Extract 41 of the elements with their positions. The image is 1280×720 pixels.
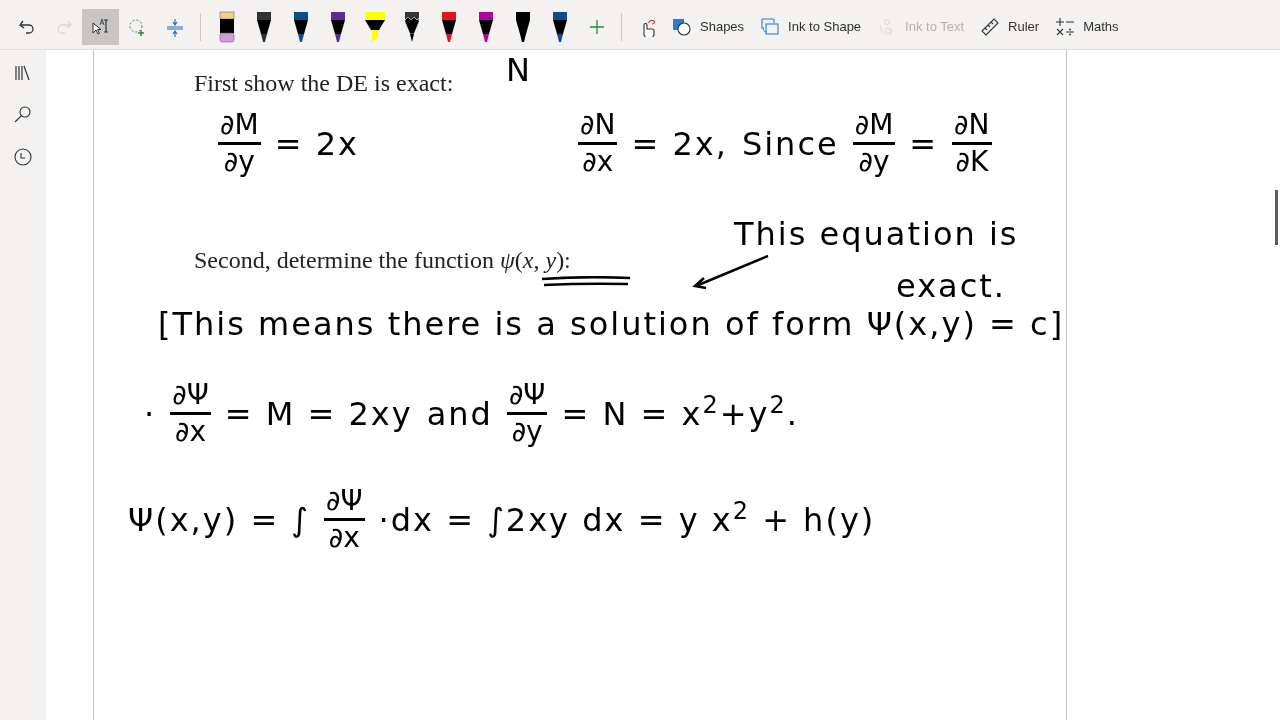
- plus-icon: [588, 19, 605, 35]
- handwritten-text: =: [909, 123, 939, 165]
- handwritten-fraction: ∂M ∂y: [852, 108, 896, 179]
- handwritten-fraction: ∂Ψ ∂y: [506, 378, 548, 449]
- handwritten-text: N: [506, 50, 532, 91]
- handwritten-fraction: ∂N ∂x: [578, 108, 618, 179]
- handwritten-fraction: ∂N ∂K: [952, 108, 992, 179]
- handwritten-text: [This means there is a solution of form Ψ(x,y) = c]: [158, 304, 1065, 345]
- handwritten-fraction: ∂Ψ ∂x: [170, 378, 211, 449]
- highlighter-icon: [363, 10, 386, 44]
- handwritten-text: = 2x: [274, 123, 359, 165]
- handwritten-fraction: ∂M ∂y: [218, 108, 261, 179]
- add-space-icon: [164, 17, 185, 37]
- ruler-button[interactable]: Ruler: [972, 9, 1048, 45]
- handwritten-text: exact.: [896, 266, 1006, 307]
- handwritten-text: Since: [741, 123, 839, 165]
- type-select-button[interactable]: [82, 9, 119, 45]
- handwritten-fraction: ∂Ψ ∂x: [324, 484, 365, 555]
- recent-button[interactable]: [12, 146, 34, 168]
- shapes-button[interactable]: Shapes: [664, 9, 753, 45]
- handwritten-text: This equation is: [734, 214, 1019, 255]
- handwritten-text: Ψ(x,y) = ∫: [128, 499, 311, 541]
- handwritten-text: = M = 2xy: [224, 393, 413, 435]
- typed-text: Second, determine the function ψ(x, y):: [194, 246, 571, 275]
- scrollbar[interactable]: [1275, 190, 1278, 245]
- handwritten-text: and: [426, 393, 493, 435]
- search-icon: [13, 105, 33, 125]
- handwritten-text: = 2x,: [631, 123, 728, 165]
- maths-button[interactable]: Maths: [1047, 9, 1127, 45]
- handwritten-text: ·dx = ∫2xy dx = y x$^{2}$ + h(y): [378, 495, 876, 541]
- recent-icon: [13, 147, 33, 167]
- typed-text: First show the DE is exact:: [194, 69, 454, 98]
- ink-to-shape-button[interactable]: Ink to Shape: [752, 9, 870, 45]
- handwritten-text: = N = x$^{2}$+y$^{2}$.: [561, 389, 799, 435]
- cursor-text-icon: [90, 17, 111, 37]
- shapes-icon: [672, 17, 692, 37]
- maths-icon: [1055, 17, 1076, 37]
- handwritten-text: ·: [144, 393, 157, 435]
- notebooks-icon: [13, 63, 33, 83]
- ruler-icon: [980, 17, 1001, 37]
- ink-to-shape-icon: [760, 17, 781, 37]
